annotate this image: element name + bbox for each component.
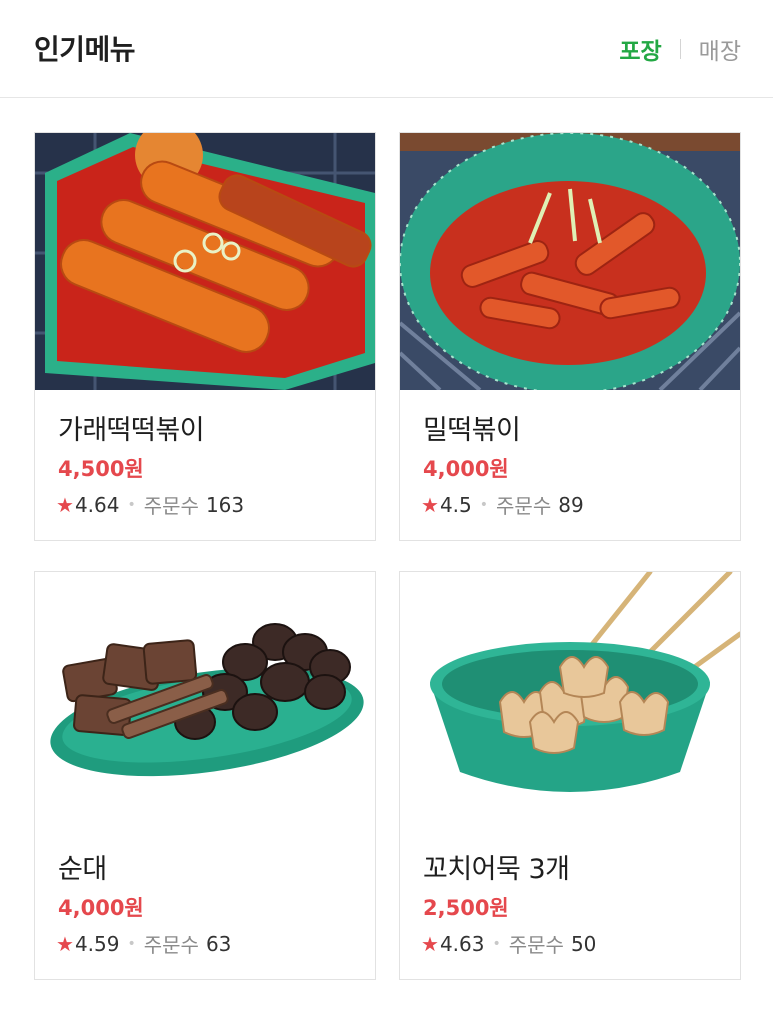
menu-item-stats: ★ 4.59 • 주문수 63 bbox=[56, 929, 231, 958]
menu-item-name: 꼬치어묵 3개 bbox=[423, 854, 570, 885]
star-icon: ★ bbox=[56, 931, 74, 956]
menu-card-info: 가래떡떡볶이 4,500원 ★ 4.64 • 주문수 163 bbox=[35, 390, 375, 540]
star-icon: ★ bbox=[56, 492, 74, 517]
order-type-tabs: 포장 매장 bbox=[619, 32, 741, 66]
menu-item-image bbox=[35, 572, 375, 829]
menu-item-price: 4,000원 bbox=[423, 457, 509, 481]
orders-count: 163 bbox=[205, 492, 245, 517]
menu-card-info: 순대 4,000원 ★ 4.59 • 주문수 63 bbox=[35, 829, 375, 979]
orders-count: 89 bbox=[558, 492, 584, 517]
separator-dot: • bbox=[492, 935, 501, 952]
orders-label: 주문수 bbox=[508, 933, 564, 957]
separator-dot: • bbox=[479, 496, 489, 513]
rating-value: 4.64 bbox=[74, 492, 120, 517]
menu-item-price: 2,500원 bbox=[423, 896, 509, 920]
orders-label: 주문수 bbox=[143, 494, 199, 518]
rating-value: 4.59 bbox=[74, 931, 120, 956]
separator-dot: • bbox=[127, 935, 136, 952]
menu-item-image bbox=[400, 133, 740, 390]
menu-card-info: 꼬치어묵 3개 2,500원 ★ 4.63 • 주문수 50 bbox=[400, 829, 740, 979]
menu-item-name: 가래떡떡볶이 bbox=[58, 415, 205, 446]
tab-takeout[interactable]: 포장 bbox=[619, 32, 661, 66]
separator-dot: • bbox=[127, 496, 136, 513]
menu-card[interactable]: 꼬치어묵 3개 2,500원 ★ 4.63 • 주문수 50 bbox=[399, 571, 741, 980]
menu-card[interactable]: 가래떡떡볶이 4,500원 ★ 4.64 • 주문수 163 bbox=[34, 132, 376, 541]
menu-item-name: 순대 bbox=[58, 854, 107, 885]
tab-dine-in[interactable]: 매장 bbox=[699, 32, 741, 66]
menu-item-image bbox=[35, 133, 375, 390]
page-title: 인기메뉴 bbox=[34, 33, 136, 66]
menu-item-price: 4,500원 bbox=[58, 457, 144, 481]
menu-item-name: 밀떡볶이 bbox=[423, 415, 521, 446]
menu-card[interactable]: 순대 4,000원 ★ 4.59 • 주문수 63 bbox=[34, 571, 376, 980]
rating-value: 4.63 bbox=[439, 931, 485, 956]
menu-card-info: 밀떡볶이 4,000원 ★ 4.5 • 주문수 89 bbox=[400, 390, 740, 540]
orders-count: 50 bbox=[570, 931, 597, 956]
star-icon: ★ bbox=[421, 931, 439, 956]
orders-count: 63 bbox=[205, 931, 232, 956]
orders-label: 주문수 bbox=[143, 933, 199, 957]
star-icon: ★ bbox=[421, 492, 439, 517]
orders-label: 주문수 bbox=[496, 494, 552, 518]
tab-divider bbox=[679, 39, 681, 59]
rating-value: 4.5 bbox=[439, 492, 472, 517]
menu-item-price: 4,000원 bbox=[58, 896, 144, 920]
menu-item-image bbox=[400, 572, 740, 829]
menu-item-stats: ★ 4.5 • 주문수 89 bbox=[421, 490, 584, 519]
menu-item-stats: ★ 4.64 • 주문수 163 bbox=[56, 490, 244, 519]
header: 인기메뉴 포장 매장 bbox=[0, 0, 773, 98]
menu-item-stats: ★ 4.63 • 주문수 50 bbox=[421, 929, 596, 958]
menu-card[interactable]: 밀떡볶이 4,000원 ★ 4.5 • 주문수 89 bbox=[399, 132, 741, 541]
